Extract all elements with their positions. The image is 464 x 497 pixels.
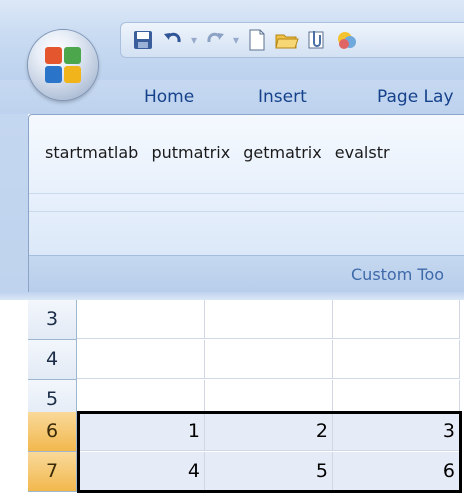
redo-dropdown-icon[interactable]: ▾ [233, 33, 239, 47]
cell[interactable]: 3 [333, 412, 460, 451]
cell[interactable]: 1 [77, 412, 205, 451]
table-row: 7 4 5 6 [0, 452, 464, 492]
cell[interactable]: 2 [205, 412, 333, 451]
tab-home[interactable]: Home [144, 87, 194, 107]
row-header[interactable]: 4 [28, 340, 77, 380]
color-icon[interactable] [335, 28, 359, 52]
cell[interactable] [205, 340, 333, 379]
redo-icon[interactable] [203, 28, 227, 52]
undo-dropdown-icon[interactable]: ▾ [191, 33, 197, 47]
table-row: 6 1 2 3 [0, 412, 464, 452]
table-row: 3 [0, 300, 464, 340]
startmatlab-command[interactable]: startmatlab [45, 143, 138, 162]
save-icon[interactable] [131, 28, 155, 52]
quick-access-toolbar: ▾ ▾ [120, 22, 464, 58]
ribbon-left-margin [0, 114, 28, 292]
row-header[interactable]: 3 [28, 300, 77, 340]
cell[interactable] [77, 340, 205, 379]
open-folder-icon[interactable] [275, 28, 299, 52]
ribbon-bottom-edge [0, 292, 464, 300]
office-button[interactable] [28, 30, 98, 100]
evalstr-command[interactable]: evalstr [335, 143, 390, 162]
getmatrix-command[interactable]: getmatrix [243, 143, 321, 162]
table-row: 4 [0, 340, 464, 380]
attach-icon[interactable] [305, 28, 329, 52]
cell[interactable]: 6 [333, 452, 460, 491]
cell[interactable] [205, 300, 333, 339]
cell[interactable] [77, 300, 205, 339]
ribbon-divider [29, 211, 464, 212]
tab-page-layout[interactable]: Page Lay [377, 87, 454, 107]
putmatrix-command[interactable]: putmatrix [151, 143, 230, 162]
new-document-icon[interactable] [245, 28, 269, 52]
undo-icon[interactable] [161, 28, 185, 52]
cell[interactable]: 4 [77, 452, 205, 491]
ribbon-divider [29, 193, 464, 194]
row-header-selected[interactable]: 7 [28, 452, 77, 492]
tab-insert[interactable]: Insert [258, 87, 307, 107]
custom-menu-commands: startmatlab putmatrix getmatrix evalstr [45, 143, 398, 162]
ribbon-panel: startmatlab putmatrix getmatrix evalstr … [28, 114, 464, 294]
group-label-custom-toolbars: Custom Too [351, 265, 445, 284]
cell[interactable] [333, 300, 460, 339]
cell[interactable] [333, 340, 460, 379]
row-header-selected[interactable]: 6 [28, 412, 77, 452]
office-logo-icon [45, 47, 81, 83]
cell[interactable]: 5 [205, 452, 333, 491]
